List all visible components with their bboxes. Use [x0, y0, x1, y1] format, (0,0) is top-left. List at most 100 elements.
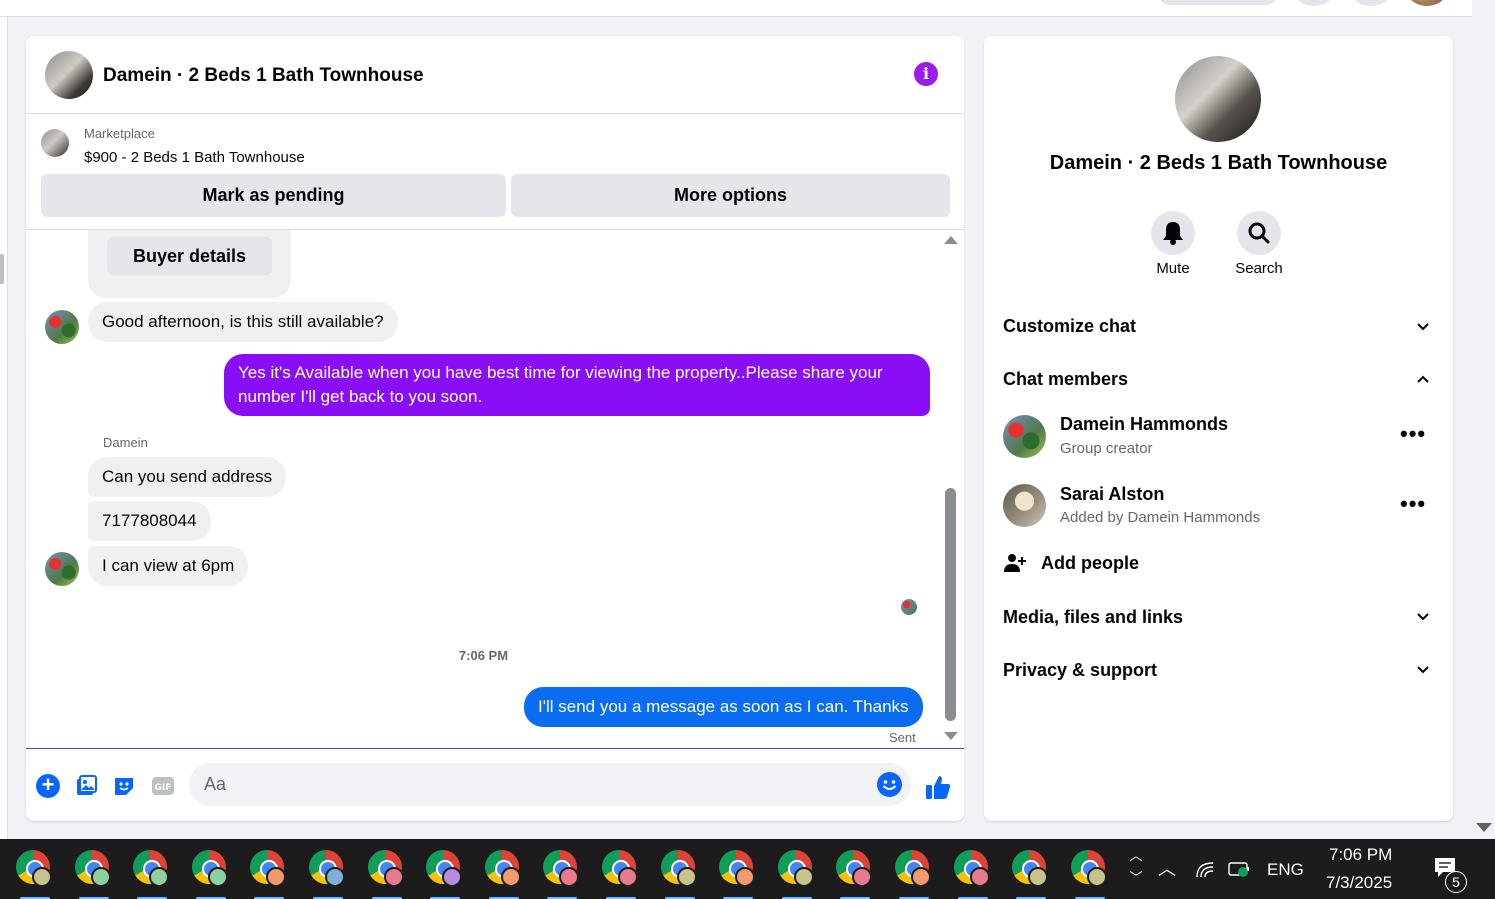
listing-thumbnail[interactable]: [41, 129, 69, 157]
member-more-icon[interactable]: •••: [1400, 491, 1426, 517]
chrome-profile-icon[interactable]: [1012, 850, 1050, 899]
profile-badge-icon: [90, 867, 111, 887]
search-label: Search: [1235, 260, 1283, 277]
member-name[interactable]: Damein Hammonds: [1060, 414, 1228, 435]
emoji-icon[interactable]: [877, 772, 902, 797]
add-people-button[interactable]: Add people: [1041, 553, 1139, 574]
more-options-button[interactable]: More options: [511, 174, 950, 217]
member-more-icon[interactable]: •••: [1400, 421, 1426, 447]
buyer-avatar[interactable]: [45, 310, 79, 344]
wifi-icon[interactable]: [1195, 859, 1215, 879]
message-bubble-incoming[interactable]: I can view at 6pm: [88, 546, 249, 586]
chevron-down-icon[interactable]: ﹀: [1128, 867, 1144, 889]
info-icon[interactable]: i: [914, 62, 938, 86]
sender-name: Damein: [103, 435, 148, 450]
chrome-profile-icon[interactable]: [74, 850, 113, 899]
battery-icon[interactable]: [1228, 860, 1252, 878]
message-bubble-outgoing[interactable]: Yes it's Available when you have best ti…: [224, 354, 930, 416]
message-bubble-incoming[interactable]: Can you send address: [88, 457, 287, 497]
conversation-title[interactable]: Damein · 2 Beds 1 Bath Townhouse: [103, 65, 424, 87]
chrome-profile-icon[interactable]: [719, 850, 757, 899]
taskbar-scroll-arrows[interactable]: ︿ ﹀: [1128, 845, 1144, 895]
search-button[interactable]: [1237, 211, 1281, 255]
top-search-pill[interactable]: [1158, 0, 1278, 5]
top-bar: [0, 0, 1472, 17]
chevron-up-icon[interactable]: ︿: [1158, 855, 1176, 881]
profile-badge-icon: [383, 867, 404, 887]
search-icon: [1248, 222, 1270, 244]
buyer-details-button[interactable]: Buyer details: [107, 237, 272, 275]
chrome-profile-icon[interactable]: [367, 850, 406, 899]
conversation-header: Damein · 2 Beds 1 Bath Townhouse i: [26, 36, 964, 114]
chrome-profile-icon[interactable]: [543, 850, 581, 899]
message-timestamp: 7:06 PM: [458, 648, 509, 663]
chrome-profile-icon[interactable]: [133, 850, 171, 899]
message-bubble-outgoing[interactable]: I'll send you a message as soon as I can…: [524, 687, 923, 727]
chevron-down-icon[interactable]: [1416, 320, 1430, 334]
profile-badge-icon: [793, 867, 814, 887]
message-line: Yes it's Available when you have best ti…: [238, 363, 883, 382]
chrome-profile-icon[interactable]: [895, 850, 933, 899]
scroll-up-arrow-icon[interactable]: [944, 236, 958, 244]
chevron-up-icon[interactable]: ︿: [1128, 845, 1144, 867]
profile-badge-icon: [735, 867, 756, 887]
profile-badge-icon: [442, 867, 463, 887]
chevron-down-icon[interactable]: [1416, 663, 1430, 677]
chrome-profile-icon[interactable]: [953, 850, 992, 899]
profile-badge-icon: [911, 867, 931, 887]
chrome-profile-icon[interactable]: [1070, 850, 1109, 899]
chrome-profile-icon[interactable]: [777, 850, 816, 899]
sticker-icon[interactable]: [112, 774, 136, 798]
chrome-profile-icon[interactable]: [660, 850, 699, 899]
conversation-panel: Damein · 2 Beds 1 Bath Townhouse i Marke…: [26, 36, 964, 821]
gif-icon[interactable]: GIF: [151, 774, 175, 798]
privacy-support-section[interactable]: Privacy & support: [1003, 660, 1157, 681]
clock-time[interactable]: 7:06 PM: [1329, 845, 1392, 865]
read-receipt-avatar: [901, 599, 917, 615]
account-avatar[interactable]: [1408, 0, 1446, 6]
member-avatar[interactable]: [1003, 415, 1046, 458]
message-input[interactable]: Aa: [189, 763, 911, 806]
chevron-up-icon[interactable]: [1416, 372, 1430, 386]
chat-info-panel: Damein · 2 Beds 1 Bath Townhouse Mute Se…: [984, 36, 1453, 821]
chevron-down-icon[interactable]: [1416, 610, 1430, 624]
chrome-profile-icon[interactable]: [250, 850, 288, 899]
buyer-avatar[interactable]: [45, 552, 79, 586]
chrome-profile-icon[interactable]: [484, 850, 523, 899]
top-notifications-button[interactable]: [1350, 0, 1392, 6]
message-bubble-incoming[interactable]: Good afternoon, is this still available?: [88, 302, 398, 342]
add-person-icon[interactable]: [1003, 551, 1027, 575]
scroll-down-arrow-icon[interactable]: [944, 732, 958, 740]
page-scroll-down-icon[interactable]: [1476, 823, 1492, 832]
top-menu-button[interactable]: [1293, 0, 1335, 6]
image-icon[interactable]: [74, 774, 98, 798]
message-list: Buyer details Good afternoon, is this st…: [26, 230, 964, 748]
customize-chat-section[interactable]: Customize chat: [1003, 316, 1136, 337]
scroll-thumb[interactable]: [945, 488, 956, 721]
profile-badge-icon: [325, 867, 345, 887]
language-indicator[interactable]: ENG: [1267, 860, 1304, 880]
clock-date[interactable]: 7/3/2025: [1326, 873, 1392, 893]
chrome-profile-icon[interactable]: [602, 850, 640, 899]
chrome-profile-icon[interactable]: [191, 850, 230, 899]
media-files-links-section[interactable]: Media, files and links: [1003, 607, 1183, 628]
member-avatar[interactable]: [1003, 484, 1046, 527]
conversation-avatar[interactable]: [45, 51, 93, 99]
message-scrollbar[interactable]: [941, 230, 958, 748]
chrome-profile-icon[interactable]: [16, 850, 54, 899]
mark-as-pending-button[interactable]: Mark as pending: [41, 174, 506, 217]
chat-members-section[interactable]: Chat members: [1003, 369, 1128, 390]
chrome-profile-icon[interactable]: [426, 850, 464, 899]
listing-banner: Marketplace $900 - 2 Beds 1 Bath Townhou…: [26, 114, 964, 230]
message-bubble-incoming[interactable]: 7177808044: [88, 501, 211, 541]
mute-button[interactable]: [1151, 211, 1195, 255]
like-thumb-icon[interactable]: [924, 773, 952, 801]
composer: + GIF Aa: [26, 748, 964, 821]
notification-count-badge: 5: [1445, 871, 1467, 893]
listing-title[interactable]: $900 - 2 Beds 1 Bath Townhouse: [84, 149, 305, 166]
chat-avatar[interactable]: [1175, 56, 1261, 142]
plus-icon[interactable]: +: [36, 774, 60, 798]
member-name[interactable]: Sarai Alston: [1060, 484, 1164, 505]
chrome-profile-icon[interactable]: [836, 850, 874, 899]
chrome-profile-icon[interactable]: [309, 850, 347, 899]
